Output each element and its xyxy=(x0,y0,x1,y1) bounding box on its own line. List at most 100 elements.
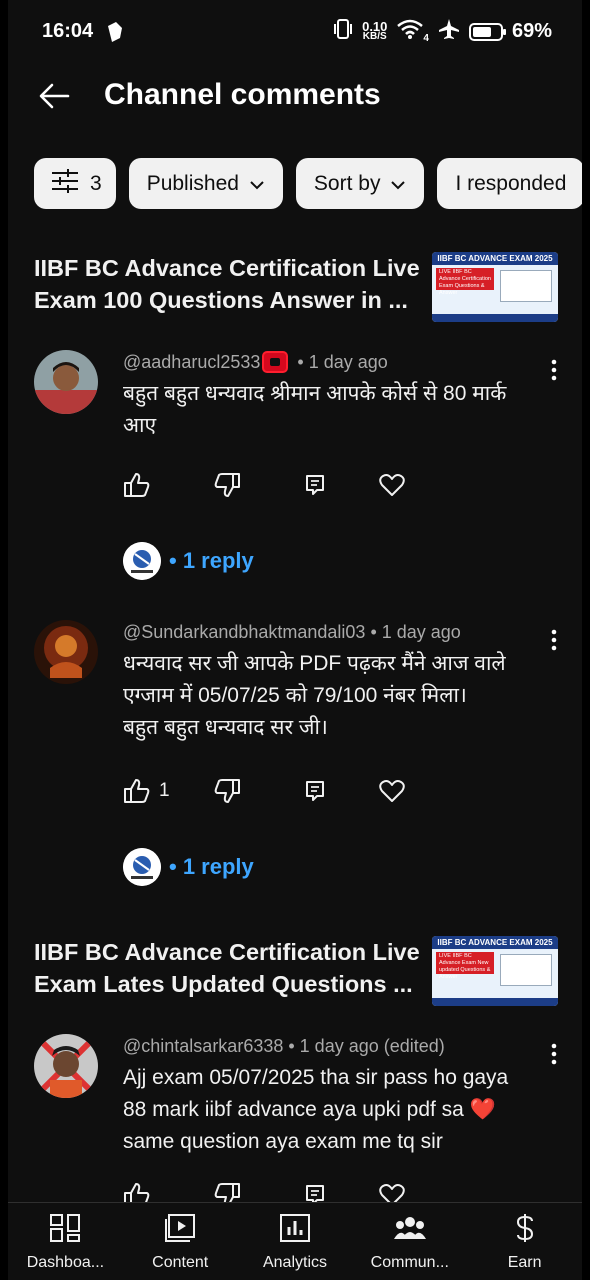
reply-button[interactable] xyxy=(303,779,379,803)
bottom-nav: Dashboa... Content Analytics Commun... E… xyxy=(8,1202,582,1280)
thumbnail-heading: IIBF BC ADVANCE EXAM 2025 xyxy=(432,936,558,949)
community-icon xyxy=(393,1213,427,1248)
video-header[interactable]: IIBF BC Advance Certification Live Exam … xyxy=(34,252,558,332)
thumbnail-subtitle: LIVE IIBF BC Advance Certification Exam … xyxy=(436,268,494,296)
thumbnail-footer xyxy=(432,998,558,1006)
filter-chips: 3 Published Sort by I responded xyxy=(34,158,582,210)
nav-analytics[interactable]: Analytics xyxy=(238,1203,353,1280)
meta-separator: • xyxy=(292,352,309,372)
nav-label: Content xyxy=(152,1254,209,1271)
chip-label: Published xyxy=(146,171,239,195)
comment-text: Ajj exam 05/07/2025 tha sir pass ho gaya… xyxy=(123,1066,509,1153)
channel-avatar xyxy=(123,542,161,580)
nav-content[interactable]: Content xyxy=(123,1203,238,1280)
nav-community[interactable]: Commun... xyxy=(352,1203,467,1280)
channel-badge-icon xyxy=(262,351,289,373)
comment-text: बहुत बहुत धन्यवाद श्रीमान आपके कोर्स से … xyxy=(123,382,507,437)
video-thumbnail[interactable]: IIBF BC ADVANCE EXAM 2025 LIVE IIBF BC A… xyxy=(432,252,558,322)
comment-meta: @Sundarkandbhaktmandali03 • 1 day ago xyxy=(123,620,528,644)
reply-count[interactable]: • 1 reply xyxy=(169,548,254,574)
comment-item: @Sundarkandbhaktmandali03 • 1 day ago धन… xyxy=(34,620,558,890)
chip-published[interactable]: Published xyxy=(128,158,283,209)
chevron-down-icon xyxy=(390,172,406,196)
avatar[interactable] xyxy=(34,620,98,684)
heart-button[interactable] xyxy=(379,779,405,803)
status-icons: 0.10 KB/S 4 69% xyxy=(333,18,552,45)
filter-button[interactable]: 3 xyxy=(34,158,116,209)
video-thumbnail[interactable]: IIBF BC ADVANCE EXAM 2025 LIVE IIBF BC A… xyxy=(432,936,558,1006)
wifi-icon xyxy=(396,18,424,45)
nav-label: Earn xyxy=(507,1254,542,1271)
comment-text: धन्यवाद सर जी आपके PDF पढ़कर मैंने आज वा… xyxy=(123,652,506,739)
status-bar: 16:04 0.10 KB/S 4 69% xyxy=(8,0,582,66)
thumbnail-screenshot xyxy=(500,270,552,302)
airplane-icon xyxy=(438,18,460,45)
chevron-down-icon xyxy=(249,172,265,196)
network-type: 4 xyxy=(423,33,429,44)
heart-button[interactable] xyxy=(379,473,405,497)
thumbnail-subtitle: LIVE IIBF BC Advance Exam New updated Qu… xyxy=(436,952,494,980)
comment-author[interactable]: @chintalsarkar6338 xyxy=(123,1034,283,1058)
comment-author[interactable]: @aadharucl2533 xyxy=(123,350,260,374)
comment-author[interactable]: @Sundarkandbhaktmandali03 xyxy=(123,620,365,644)
comment-item: @aadharucl2533 • 1 day ago बहुत बहुत धन्… xyxy=(34,350,558,590)
thumbnail-screenshot xyxy=(500,954,552,986)
thumbnail-footer xyxy=(432,314,558,322)
content-icon xyxy=(164,1213,196,1248)
reply-button[interactable] xyxy=(303,473,379,497)
more-vert-icon[interactable] xyxy=(544,628,564,652)
comment-body: @Sundarkandbhaktmandali03 • 1 day ago धन… xyxy=(123,620,528,744)
more-vert-icon[interactable] xyxy=(544,1042,564,1066)
chip-label: Sort by xyxy=(313,171,381,195)
video-header[interactable]: IIBF BC Advance Certification Live Exam … xyxy=(34,936,558,1016)
nav-label: Dashboa... xyxy=(26,1254,105,1271)
comment-item: @chintalsarkar6338 • 1 day ago (edited) … xyxy=(34,1034,558,1207)
comment-meta: @aadharucl2533 • 1 day ago xyxy=(123,350,528,374)
like-button[interactable]: 1 xyxy=(123,778,213,804)
comment-actions xyxy=(123,472,405,498)
screen: 16:04 0.10 KB/S 4 69% Channel comments 3… xyxy=(8,0,582,1280)
reply-count[interactable]: • 1 reply xyxy=(169,854,254,880)
comment-meta: @chintalsarkar6338 • 1 day ago (edited) xyxy=(123,1034,528,1058)
dislike-button[interactable] xyxy=(213,778,303,804)
like-button[interactable] xyxy=(123,472,213,498)
avatar[interactable] xyxy=(34,350,98,414)
comment-body: @chintalsarkar6338 • 1 day ago (edited) … xyxy=(123,1034,528,1158)
notification-icon xyxy=(104,20,126,49)
comment-time: 1 day ago (edited) xyxy=(299,1036,445,1056)
meta-separator: • xyxy=(283,1036,300,1056)
net-speed: 0.10 KB/S xyxy=(362,18,388,42)
channel-avatar xyxy=(123,848,161,886)
replies-link[interactable]: • 1 reply xyxy=(123,848,254,886)
nav-label: Commun... xyxy=(370,1254,449,1271)
app-header: Channel comments xyxy=(8,66,582,130)
more-vert-icon[interactable] xyxy=(544,358,564,382)
chip-label: I responded xyxy=(455,171,567,195)
nav-earn[interactable]: Earn xyxy=(467,1203,582,1280)
comment-actions: 1 xyxy=(123,778,405,804)
filter-count: 3 xyxy=(90,171,102,195)
thumbnail-heading: IIBF BC ADVANCE EXAM 2025 xyxy=(432,252,558,265)
chip-i-responded[interactable]: I responded xyxy=(437,158,582,209)
battery-icon xyxy=(468,22,506,41)
status-time: 16:04 xyxy=(42,20,94,42)
vibrate-icon xyxy=(333,18,353,45)
nav-dashboard[interactable]: Dashboa... xyxy=(8,1203,123,1280)
video-title[interactable]: IIBF BC Advance Certification Live Exam … xyxy=(34,936,426,1000)
comment-time: 1 day ago xyxy=(381,622,461,642)
chip-sort-by[interactable]: Sort by xyxy=(295,158,425,209)
back-arrow-icon[interactable] xyxy=(36,78,72,114)
nav-label: Analytics xyxy=(262,1254,327,1271)
battery-percent: 69% xyxy=(511,20,552,42)
tune-icon xyxy=(50,168,80,200)
analytics-icon xyxy=(279,1213,311,1248)
page-title: Channel comments xyxy=(104,78,381,111)
comment-time: 1 day ago xyxy=(308,352,388,372)
replies-link[interactable]: • 1 reply xyxy=(123,542,254,580)
video-title[interactable]: IIBF BC Advance Certification Live Exam … xyxy=(34,252,426,316)
dislike-button[interactable] xyxy=(213,472,303,498)
like-count: 1 xyxy=(159,780,170,801)
avatar[interactable] xyxy=(34,1034,98,1098)
earn-icon xyxy=(513,1213,537,1248)
dashboard-icon xyxy=(49,1213,81,1248)
